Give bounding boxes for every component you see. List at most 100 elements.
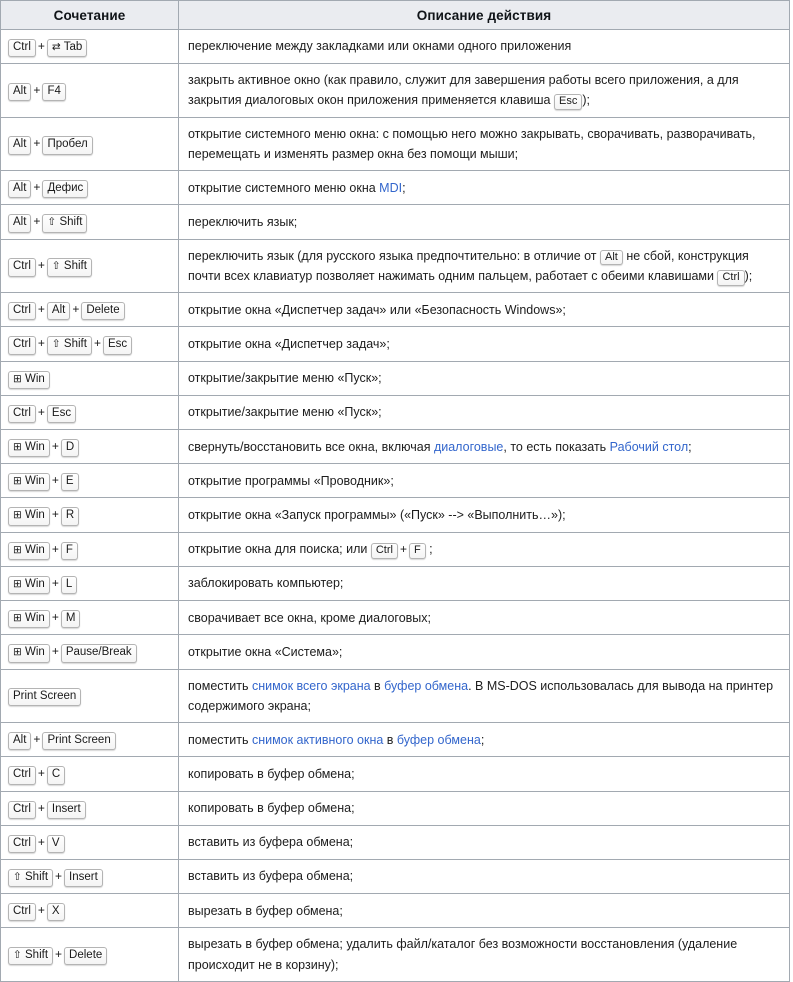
description-text: открытие окна «Система»; — [188, 644, 343, 659]
description-text: переключить язык; — [188, 214, 298, 229]
key-cap-win: ⊞ Win — [8, 439, 50, 458]
description-text: открытие программы «Проводник»; — [188, 473, 394, 488]
description-link[interactable]: Рабочий стол — [610, 440, 688, 454]
description-text: в — [383, 732, 397, 747]
plus-separator: + — [37, 404, 45, 419]
plus-separator: + — [51, 610, 59, 625]
shortcut-description-cell: переключить язык; — [178, 204, 790, 240]
description-text: переключение между закладками или окнами… — [188, 39, 572, 54]
key-cap-ctrl: Ctrl — [8, 336, 36, 355]
table-row: Ctrl + ⇄ Tab переключение между закладками … — [0, 28, 790, 65]
key-cap-shift: ⇧ Shift — [8, 868, 54, 888]
description-text: ); — [744, 268, 753, 283]
key-glyph-icon: ⊞ — [13, 646, 22, 659]
description-link[interactable]: диалоговые — [434, 440, 503, 454]
keyboard-shortcuts-table: Сочетание Описание действия Ctrl + ⇄ Tab пе… — [0, 0, 790, 982]
plus-separator: + — [72, 302, 80, 317]
shortcut-description-cell: открытие системного меню окна MDI; — [178, 170, 790, 206]
plus-separator: + — [33, 214, 41, 229]
key-cap-esc: Esc — [102, 336, 133, 355]
description-text: копировать в буфер обмена; — [188, 800, 355, 815]
description-link[interactable]: снимок активного окна — [252, 733, 383, 747]
shortcut-description-cell: открытие программы «Проводник»; — [178, 463, 790, 499]
shortcut-combo-cell: Alt + Дефис — [0, 170, 179, 206]
shortcut-combo-cell: Ctrl + C — [0, 756, 179, 792]
table-row: ⊞ Win + Fоткрытие окна для поиска; или Ctr… — [0, 531, 790, 567]
key-cap-print-screen: Print Screen — [8, 688, 82, 707]
shortcut-combo-cell: ⊞ Win + E — [0, 463, 179, 499]
description-text: открытие окна «Запуск программы» («Пуск»… — [188, 507, 566, 522]
description-link[interactable]: MDI — [379, 181, 402, 195]
shortcut-combo-cell: ⇧ Shift + Insert — [0, 858, 179, 895]
plus-separator: + — [37, 258, 45, 273]
key-cap-shift: ⇧ Shift — [46, 258, 92, 277]
description-link[interactable]: буфер обмена — [384, 679, 468, 693]
table-row: ⇧ Shift + Insert вставить из буфера обмена; — [0, 858, 790, 895]
description-link[interactable]: буфер обмена — [397, 733, 481, 747]
shortcut-description-cell: переключить язык (для русского языка пре… — [178, 238, 790, 294]
shortcut-combo-cell: ⊞ Win + Pause/Break — [0, 634, 179, 670]
key-cap-win: ⊞ Win — [8, 575, 50, 595]
column-header-combo: Сочетание — [0, 0, 179, 30]
key-cap-ctrl: Ctrl — [8, 834, 36, 853]
key-cap-alt: Alt — [8, 214, 32, 233]
key-cap-дефис: Дефис — [42, 180, 89, 199]
description-text: ; — [425, 542, 433, 557]
plus-separator: + — [33, 180, 41, 195]
key-cap-alt: Alt — [8, 732, 32, 751]
key-cap-esc: Esc — [46, 404, 77, 424]
shortcut-combo-cell: ⊞ Win + L — [0, 565, 179, 602]
shortcut-combo-cell: Ctrl + Alt + Delete — [0, 292, 179, 328]
key-cap-f: F — [408, 543, 426, 559]
header-row: Сочетание Описание действия — [0, 0, 790, 30]
key-cap-alt: Alt — [8, 180, 32, 199]
description-text: поместить — [188, 732, 252, 747]
key-glyph-icon: ⊞ — [13, 612, 22, 625]
description-text: вставить из буфера обмена; — [188, 835, 354, 850]
description-text: открытие/закрытие меню «Пуск»; — [188, 405, 382, 420]
shortcut-combo-cell: Alt + ⇧ Shift — [0, 204, 179, 240]
key-cap-shift: ⇧ Shift — [8, 947, 54, 966]
shortcut-description-cell: поместить снимок активного окна в буфер … — [178, 722, 790, 758]
table-row: Ctrl + Xвырезать в буфер обмена; — [0, 893, 790, 929]
table-row: Alt + F4 закрыть активное окно (как правило… — [0, 63, 790, 118]
description-text: открытие окна «Диспетчер задач» или «Без… — [188, 302, 566, 317]
shortcut-description-cell: открытие/закрытие меню «Пуск»; — [178, 394, 790, 431]
key-cap-ctrl: Ctrl — [8, 404, 36, 424]
shortcut-combo-cell: Alt + Print Screen — [0, 722, 179, 758]
description-text: открытие/закрытие меню «Пуск»; — [188, 371, 382, 386]
key-cap-x: X — [46, 903, 65, 922]
shortcut-combo-cell: Ctrl + ⇧ Shift — [0, 238, 179, 294]
key-cap-d: D — [60, 439, 80, 458]
table-row: Print Screen поместить снимок всего экран… — [0, 668, 790, 724]
key-cap-r: R — [60, 507, 80, 526]
key-glyph-icon: ⇧ — [51, 338, 61, 351]
plus-separator: + — [37, 336, 45, 351]
plus-separator: + — [33, 136, 41, 151]
table-row: ⊞ Win открытие/закрытие меню «Пуск»; — [0, 360, 790, 396]
shortcut-description-cell: свернуть/восстановить все окна, включая … — [178, 429, 790, 465]
table-header: Сочетание Описание действия — [0, 0, 790, 30]
description-link[interactable]: снимок всего экрана — [252, 679, 371, 693]
description-text: открытие системного меню окна — [188, 180, 380, 195]
plus-separator: + — [33, 82, 41, 97]
description-text: в — [370, 678, 385, 693]
plus-separator: + — [51, 541, 59, 556]
key-cap-f: F — [60, 541, 78, 560]
key-glyph-icon: ⊞ — [13, 543, 22, 556]
plus-separator: + — [55, 947, 63, 962]
shortcut-combo-cell: Alt + Пробел — [0, 116, 179, 172]
key-glyph-icon: ⇧ — [13, 870, 22, 883]
key-glyph-icon: ⇧ — [47, 216, 57, 229]
table-row: Alt + Print Screen поместить снимок активно… — [0, 722, 790, 758]
shortcut-combo-cell: Print Screen — [0, 668, 179, 724]
shortcut-description-cell: вырезать в буфер обмена; удалить файл/ка… — [178, 927, 790, 982]
table-row: ⊞ Win + Dсвернуть/восстановить все окна, в… — [0, 429, 790, 465]
shortcut-combo-cell: Ctrl + Insert — [0, 790, 179, 826]
table-row: Ctrl + ⇧ Shift переключить язык (для русско… — [0, 238, 790, 294]
description-text: переключить язык (для русского языка пре… — [188, 248, 600, 263]
shortcut-description-cell: вставить из буфера обмена; — [178, 824, 790, 860]
table-row: Ctrl + Vвставить из буфера обмена; — [0, 824, 790, 860]
key-cap-print-screen: Print Screen — [42, 732, 116, 751]
shortcut-description-cell: поместить снимок всего экрана в буфер об… — [178, 668, 790, 724]
